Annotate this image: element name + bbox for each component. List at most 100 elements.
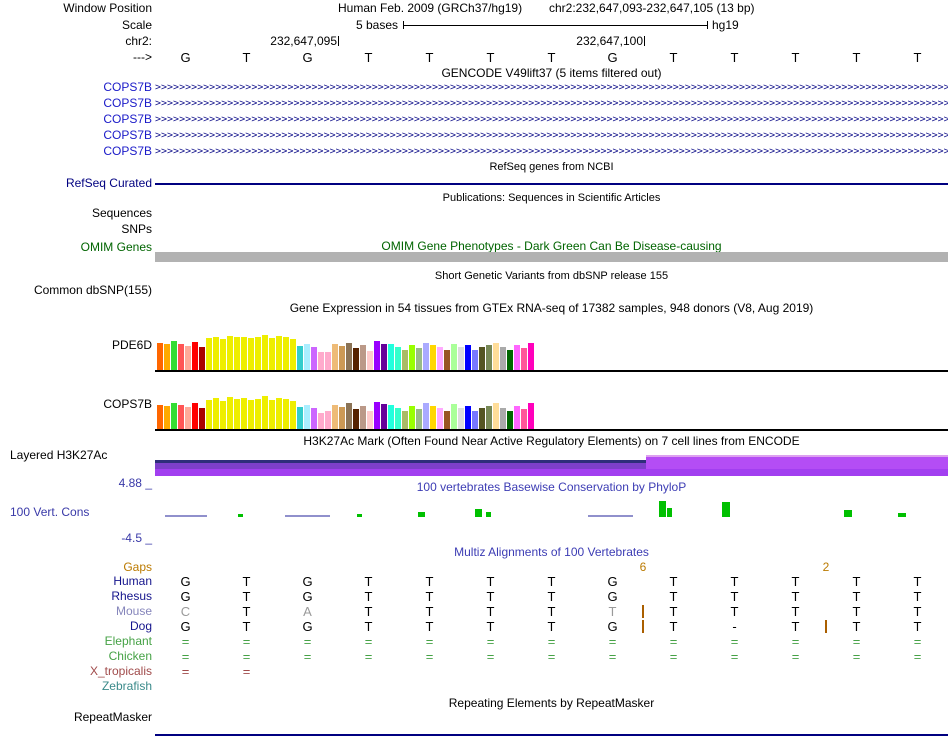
gtex-bar[interactable] bbox=[318, 352, 324, 370]
gtex-bar[interactable] bbox=[346, 403, 352, 429]
align-base[interactable]: = bbox=[216, 664, 277, 679]
align-base[interactable]: T bbox=[338, 619, 399, 634]
gencode-transcript-3[interactable]: >>>>>>>>>>>>>>>>>>>>>>>>>>>>>>>>>>>>>>>>… bbox=[155, 114, 948, 126]
gencode-transcript-4[interactable]: >>>>>>>>>>>>>>>>>>>>>>>>>>>>>>>>>>>>>>>>… bbox=[155, 130, 948, 142]
align-base[interactable]: = bbox=[582, 634, 643, 649]
align-base[interactable]: G bbox=[582, 574, 643, 589]
gtex-bar[interactable] bbox=[164, 406, 170, 429]
align-base[interactable]: T bbox=[521, 589, 582, 604]
gtex-bar[interactable] bbox=[465, 345, 471, 370]
track-label-common-dbsnp[interactable]: Common dbSNP(155) bbox=[0, 283, 152, 297]
align-base[interactable]: = bbox=[277, 634, 338, 649]
align-base[interactable]: = bbox=[765, 634, 826, 649]
align-base[interactable]: = bbox=[338, 634, 399, 649]
gtex-bar[interactable] bbox=[472, 411, 478, 429]
align-base[interactable]: G bbox=[277, 589, 338, 604]
gtex-bar[interactable] bbox=[220, 339, 226, 370]
gtex-bar[interactable] bbox=[185, 407, 191, 429]
gtex-bar[interactable] bbox=[185, 346, 191, 370]
repeatmasker-track-line[interactable] bbox=[155, 734, 948, 736]
conservation-mark[interactable] bbox=[898, 513, 906, 517]
gtex-bar[interactable] bbox=[269, 338, 275, 370]
gtex-bar[interactable] bbox=[325, 411, 331, 429]
gtex-bar[interactable] bbox=[444, 411, 450, 429]
gtex-bar[interactable] bbox=[283, 337, 289, 370]
gtex-bar[interactable] bbox=[178, 344, 184, 370]
align-base[interactable]: T bbox=[765, 589, 826, 604]
gtex-bar[interactable] bbox=[276, 336, 282, 370]
gtex-bar[interactable] bbox=[402, 411, 408, 429]
align-base[interactable]: T bbox=[704, 604, 765, 619]
align-base[interactable]: T bbox=[826, 619, 887, 634]
gtex-bar[interactable] bbox=[521, 348, 527, 370]
gtex-bar[interactable] bbox=[528, 403, 534, 429]
gtex-bar[interactable] bbox=[416, 409, 422, 429]
gtex-bar[interactable] bbox=[472, 350, 478, 370]
align-base[interactable]: T bbox=[521, 619, 582, 634]
gtex-bar[interactable] bbox=[220, 401, 226, 429]
track-label-sequences[interactable]: Sequences bbox=[0, 206, 152, 220]
gtex-bar[interactable] bbox=[199, 347, 205, 370]
track-label-100-vert-cons[interactable]: 100 Vert. Cons bbox=[10, 505, 89, 519]
gtex-bar[interactable] bbox=[199, 408, 205, 429]
gtex-bar[interactable] bbox=[157, 343, 163, 370]
gtex-bar[interactable] bbox=[325, 352, 331, 370]
conservation-mark[interactable] bbox=[486, 512, 491, 517]
gtex-gene-model-line-cops7b[interactable] bbox=[155, 429, 948, 431]
conservation-mark[interactable] bbox=[285, 515, 330, 517]
gtex-bar[interactable] bbox=[157, 405, 163, 429]
conservation-mark[interactable] bbox=[659, 501, 666, 517]
h3k27ac-signal[interactable] bbox=[646, 457, 948, 469]
align-base[interactable]: = bbox=[582, 649, 643, 664]
gtex-bar[interactable] bbox=[514, 345, 520, 370]
gtex-bar[interactable] bbox=[255, 399, 261, 429]
species-label-zebrafish[interactable]: Zebrafish bbox=[0, 679, 152, 693]
gtex-bar[interactable] bbox=[388, 405, 394, 429]
gencode-transcript-1[interactable]: >>>>>>>>>>>>>>>>>>>>>>>>>>>>>>>>>>>>>>>>… bbox=[155, 82, 948, 94]
align-base[interactable]: = bbox=[155, 649, 216, 664]
track-label-refseq-curated[interactable]: RefSeq Curated bbox=[0, 176, 152, 190]
gtex-bar[interactable] bbox=[430, 406, 436, 429]
gtex-bar[interactable] bbox=[290, 401, 296, 429]
align-base[interactable]: T bbox=[521, 604, 582, 619]
align-base[interactable]: T bbox=[765, 619, 826, 634]
align-base[interactable]: T bbox=[643, 574, 704, 589]
gtex-bar[interactable] bbox=[458, 408, 464, 429]
gtex-bar[interactable] bbox=[269, 400, 275, 429]
gtex-bar[interactable] bbox=[276, 398, 282, 429]
align-base[interactable]: T bbox=[704, 574, 765, 589]
gtex-bar[interactable] bbox=[367, 411, 373, 429]
align-base[interactable]: T bbox=[887, 604, 948, 619]
gtex-bar[interactable] bbox=[500, 347, 506, 370]
gtex-bar[interactable] bbox=[311, 408, 317, 429]
align-base[interactable]: T bbox=[643, 619, 704, 634]
ruler-base[interactable]: T bbox=[338, 50, 399, 65]
align-base[interactable]: T bbox=[704, 589, 765, 604]
conservation-mark[interactable] bbox=[844, 510, 852, 517]
align-base[interactable]: T bbox=[521, 574, 582, 589]
gtex-bar[interactable] bbox=[241, 398, 247, 429]
align-base[interactable]: = bbox=[887, 649, 948, 664]
gtex-bar[interactable] bbox=[248, 338, 254, 370]
gtex-bar[interactable] bbox=[374, 402, 380, 429]
gtex-bar[interactable] bbox=[402, 350, 408, 370]
align-base[interactable]: T bbox=[399, 574, 460, 589]
track-label-cops7b-gtex[interactable]: COPS7B bbox=[0, 397, 152, 411]
gtex-bar[interactable] bbox=[493, 403, 499, 429]
track-label-layered-h3k27ac[interactable]: Layered H3K27Ac bbox=[10, 448, 107, 462]
align-base[interactable]: T bbox=[338, 604, 399, 619]
align-base[interactable]: G bbox=[277, 619, 338, 634]
gtex-bar[interactable] bbox=[164, 344, 170, 370]
gene-label-cops7b[interactable]: COPS7B bbox=[0, 128, 152, 142]
align-base[interactable]: T bbox=[460, 589, 521, 604]
gtex-bar[interactable] bbox=[171, 341, 177, 370]
conservation-mark[interactable] bbox=[357, 514, 362, 517]
align-base[interactable]: = bbox=[155, 634, 216, 649]
align-base[interactable]: T bbox=[216, 574, 277, 589]
species-label-dog[interactable]: Dog bbox=[0, 619, 152, 633]
refseq-track-line[interactable] bbox=[155, 183, 948, 185]
conservation-mark[interactable] bbox=[588, 515, 633, 517]
align-base[interactable]: = bbox=[399, 649, 460, 664]
gene-label-cops7b[interactable]: COPS7B bbox=[0, 144, 152, 158]
align-base[interactable]: T bbox=[460, 574, 521, 589]
